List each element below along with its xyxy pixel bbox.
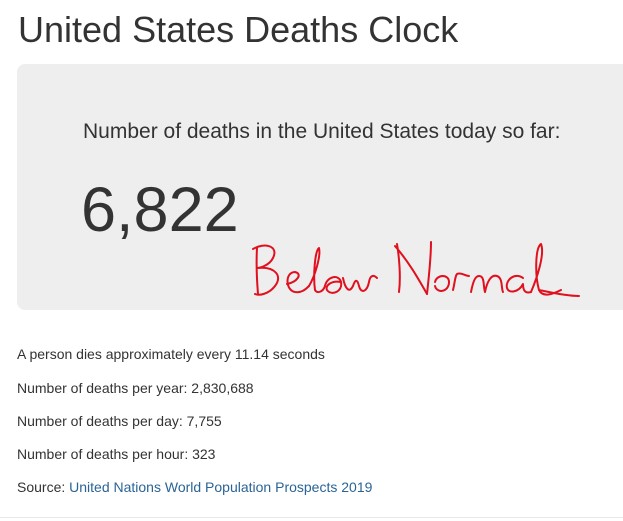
bottom-divider <box>0 517 623 518</box>
deaths-count: 6,822 <box>81 175 239 245</box>
source-link[interactable]: United Nations World Population Prospect… <box>69 479 372 495</box>
handwritten-note-below-normal <box>252 241 580 297</box>
deaths-counter-panel: Number of deaths in the United States to… <box>17 64 623 310</box>
deaths-per-hour-text: Number of deaths per hour: 323 <box>17 446 216 462</box>
source-prefix: Source: <box>17 479 70 495</box>
deaths-per-day-text: Number of deaths per day: 7,755 <box>17 413 222 429</box>
deaths-clock-page: United States Deaths Clock Number of dea… <box>0 0 623 521</box>
page-title: United States Deaths Clock <box>18 9 459 50</box>
death-rate-text: A person dies approximately every 11.14 … <box>17 346 325 362</box>
counter-label: Number of deaths in the United States to… <box>83 120 561 143</box>
source-line: Source: United Nations World Population … <box>17 479 372 495</box>
deaths-per-year-text: Number of deaths per year: 2,830,688 <box>17 380 254 396</box>
